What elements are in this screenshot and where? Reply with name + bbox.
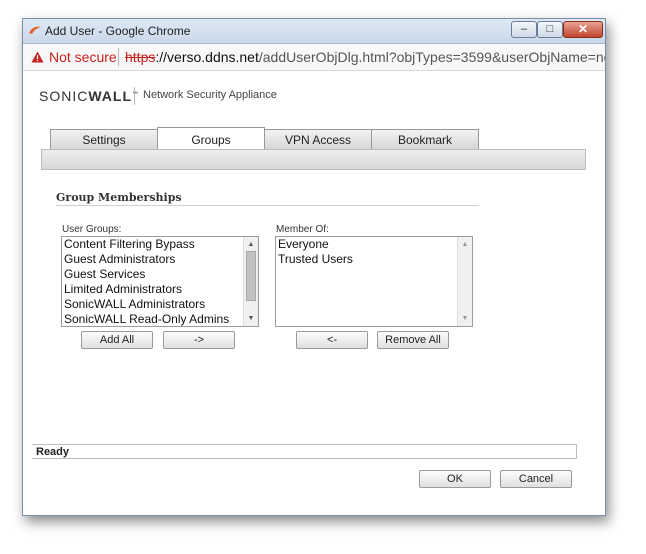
- url-text[interactable]: https://verso.ddns.net/addUserObjDlg.htm…: [125, 49, 605, 65]
- status-text: Ready: [36, 446, 70, 458]
- user-groups-label: User Groups:: [62, 224, 122, 235]
- close-icon: ✕: [577, 22, 589, 36]
- warning-icon: [31, 51, 44, 63]
- sonicwall-logo: SONICWALL™: [39, 88, 139, 104]
- tab-vpn-access[interactable]: VPN Access: [264, 129, 372, 151]
- status-bar: Ready: [32, 444, 577, 459]
- remove-button[interactable]: <-: [296, 331, 368, 349]
- user-groups-listbox[interactable]: Content Filtering Bypass Guest Administr…: [61, 236, 259, 327]
- cancel-button[interactable]: Cancel: [500, 470, 572, 488]
- member-of-listbox[interactable]: Everyone Trusted Users ▲ ▼: [275, 236, 473, 327]
- user-groups-scrollbar[interactable]: ▲ ▼: [243, 237, 258, 326]
- member-of-scrollbar[interactable]: ▲ ▼: [457, 237, 472, 326]
- group-memberships-heading: Group Memberships: [56, 191, 182, 204]
- browser-window: Add User - Google Chrome – □ ✕ Not secur…: [22, 18, 606, 516]
- sonicwall-favicon-icon: [29, 26, 41, 34]
- scroll-down-icon[interactable]: ▼: [458, 312, 472, 325]
- list-item[interactable]: SonicWALL Administrators: [64, 297, 205, 312]
- window-title: Add User - Google Chrome: [45, 24, 191, 38]
- not-secure-label[interactable]: Not secure: [49, 49, 117, 65]
- list-item[interactable]: Everyone: [278, 237, 329, 252]
- maximize-button[interactable]: □: [537, 21, 563, 38]
- tab-label: VPN Access: [284, 133, 352, 147]
- tab-label: Groups: [191, 133, 231, 147]
- scroll-up-icon[interactable]: ▲: [244, 238, 258, 251]
- url-scheme: https: [125, 49, 156, 65]
- tab-label: Bookmark: [397, 133, 453, 147]
- dialog-content: SONICWALL™ Network Security Appliance Se…: [23, 71, 605, 515]
- scroll-up-icon[interactable]: ▲: [458, 238, 472, 251]
- remove-all-button[interactable]: Remove All: [377, 331, 449, 349]
- url-path: /addUserObjDlg.html?objTypes=3599&userOb…: [258, 49, 605, 65]
- list-item[interactable]: Content Filtering Bypass: [64, 237, 195, 252]
- list-item[interactable]: Trusted Users: [278, 252, 353, 267]
- ok-button[interactable]: OK: [419, 470, 491, 488]
- tab-settings[interactable]: Settings: [50, 129, 158, 151]
- tab-groups[interactable]: Groups: [157, 127, 265, 151]
- logo-regular: SONIC: [39, 88, 89, 104]
- logo-bold: WALL: [88, 88, 132, 104]
- address-bar[interactable]: Not secure https://verso.ddns.net/addUse…: [23, 44, 605, 71]
- list-item[interactable]: Limited Administrators: [64, 282, 182, 297]
- tab-label: Settings: [82, 133, 126, 147]
- maximize-icon: □: [546, 23, 554, 35]
- list-item[interactable]: Guest Services: [64, 267, 145, 282]
- url-host: ://verso.ddns.net: [155, 49, 259, 65]
- scroll-thumb[interactable]: [246, 251, 256, 301]
- address-separator: [118, 48, 119, 66]
- member-of-label: Member Of:: [276, 224, 329, 235]
- title-bar: Add User - Google Chrome – □ ✕: [23, 19, 605, 44]
- tab-bookmark[interactable]: Bookmark: [371, 129, 479, 151]
- minimize-icon: –: [520, 23, 528, 35]
- add-button[interactable]: ->: [163, 331, 235, 349]
- brand-separator: [134, 87, 135, 105]
- add-all-button[interactable]: Add All: [81, 331, 153, 349]
- groups-panel: Group Memberships User Groups: Content F…: [41, 170, 586, 470]
- brand-subtitle: Network Security Appliance: [143, 89, 277, 101]
- list-item[interactable]: SonicWALL Read-Only Admins: [64, 312, 229, 326]
- minimize-button[interactable]: –: [511, 21, 537, 38]
- heading-divider: [56, 205, 479, 206]
- tab-content-strip: [41, 149, 586, 170]
- scroll-down-icon[interactable]: ▼: [244, 312, 258, 325]
- list-item[interactable]: Guest Administrators: [64, 252, 175, 267]
- close-button[interactable]: ✕: [563, 21, 603, 38]
